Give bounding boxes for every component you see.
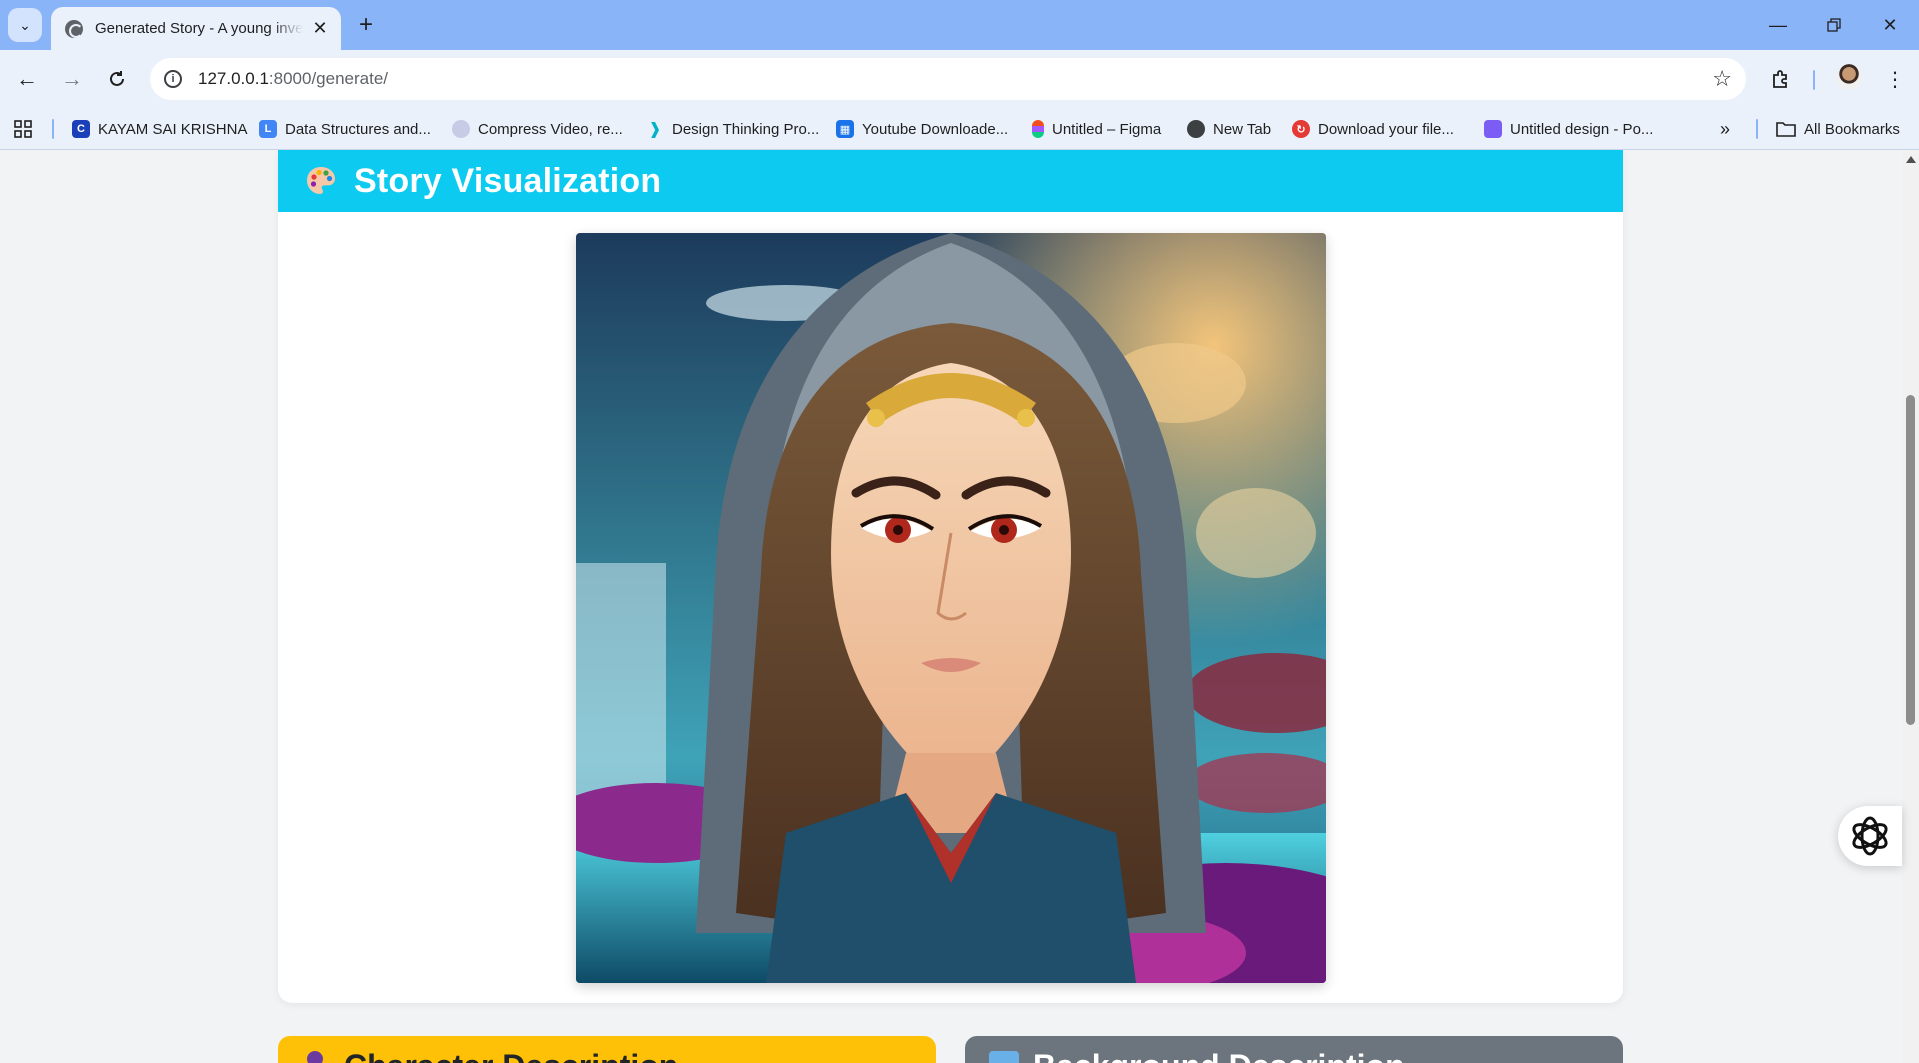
apps-button[interactable]	[14, 116, 32, 142]
minimize-button[interactable]: —	[1750, 0, 1806, 50]
bookmark-untitled-design[interactable]: Untitled design - Po...	[1484, 116, 1653, 142]
all-bookmarks-button[interactable]: All Bookmarks	[1776, 116, 1900, 142]
bookmarks-divider	[52, 119, 54, 139]
bookmark-design-thinking[interactable]: ❱ Design Thinking Pro...	[646, 116, 819, 142]
c-logo-icon: C	[72, 120, 90, 138]
page-viewport: Story Visualization	[0, 150, 1902, 1063]
compress-icon	[452, 120, 470, 138]
restore-icon	[1827, 18, 1841, 32]
close-window-button[interactable]: ✕	[1862, 0, 1918, 50]
bookmark-label: Data Structures and...	[285, 120, 431, 138]
figma-icon	[1032, 120, 1044, 138]
canva-icon	[1484, 120, 1502, 138]
bookmarks-divider	[1756, 119, 1758, 139]
forward-button[interactable]: →	[55, 62, 89, 96]
puzzle-icon	[1773, 70, 1787, 88]
address-bar[interactable]: i 127.0.0.1:8000/generate/ ☆	[150, 58, 1746, 100]
character-description-header: Character Description	[278, 1036, 936, 1063]
folder-icon	[1776, 122, 1796, 137]
bookmark-icon: L	[259, 120, 277, 138]
download-icon: ↻	[1292, 120, 1310, 138]
story-visualization-title: Story Visualization	[354, 161, 662, 200]
bookmark-label: Untitled design - Po...	[1510, 120, 1654, 138]
landscape-icon	[989, 1051, 1019, 1063]
site-info-button[interactable]: i	[158, 64, 188, 94]
tab-active[interactable]: Generated Story - A young inve ✕	[51, 7, 341, 50]
tab-title: Generated Story - A young inve	[95, 20, 303, 37]
reload-icon	[110, 71, 124, 86]
bookmark-youtube-downloader[interactable]: ▦ Youtube Downloade...	[836, 116, 1008, 142]
new-tab-button[interactable]: +	[352, 11, 380, 39]
restore-button[interactable]	[1806, 0, 1862, 50]
bookmark-kayam[interactable]: C KAYAM SAI KRISHNA	[72, 116, 247, 142]
star-icon[interactable]: ☆	[1712, 66, 1732, 92]
scroll-up-arrow[interactable]	[1906, 156, 1916, 163]
page-scrollbar[interactable]	[1902, 150, 1919, 1063]
chrome-icon	[1187, 120, 1205, 138]
more-bookmarks-button[interactable]: »	[1720, 116, 1730, 142]
openai-knot-icon	[1852, 816, 1888, 856]
generated-story-image	[576, 233, 1326, 983]
close-icon[interactable]: ✕	[309, 18, 331, 40]
chevron-down-icon: ⌄	[19, 16, 31, 33]
bookmark-compress-video[interactable]: Compress Video, re...	[452, 116, 623, 142]
bookmark-figma[interactable]: Untitled – Figma	[1032, 116, 1161, 142]
bookmark-new-tab[interactable]: New Tab	[1187, 116, 1271, 142]
background-description-title: Background Description	[1033, 1048, 1405, 1063]
bookmark-label: New Tab	[1213, 120, 1272, 138]
design-icon: ❱	[648, 121, 662, 138]
scroll-thumb[interactable]	[1906, 395, 1915, 725]
story-visualization-header: Story Visualization	[278, 150, 1623, 212]
tab-strip: ⌄ Generated Story - A young inve ✕ + — ✕	[0, 0, 1919, 50]
palette-icon	[307, 167, 335, 194]
bookmark-label: Compress Video, re...	[478, 120, 623, 138]
grid-app-icon: ▦	[836, 120, 854, 138]
all-bookmarks-label: All Bookmarks	[1804, 120, 1900, 138]
assistant-floating-button[interactable]	[1838, 806, 1902, 866]
bookmark-label: Untitled – Figma	[1052, 120, 1162, 138]
reload-button[interactable]	[100, 62, 134, 96]
bookmark-label: KAYAM SAI KRISHNA	[98, 120, 248, 138]
bookmark-download-file[interactable]: ↻ Download your file...	[1292, 116, 1454, 142]
bookmark-label: Design Thinking Pro...	[672, 120, 820, 138]
toolbar-divider	[1813, 70, 1815, 90]
browser-toolbar: ← → i 127.0.0.1:8000/generate/ ☆ ⋮	[0, 50, 1919, 108]
character-description-title: Character Description	[344, 1048, 678, 1063]
apps-grid-icon	[14, 120, 32, 138]
bookmark-data-structures[interactable]: L Data Structures and...	[259, 116, 431, 142]
person-icon	[302, 1049, 328, 1063]
profile-avatar[interactable]	[1836, 64, 1862, 90]
bookmarks-bar: C KAYAM SAI KRISHNA L Data Structures an…	[0, 108, 1919, 150]
url-text[interactable]: 127.0.0.1:8000/generate/	[198, 69, 388, 89]
extensions-button[interactable]	[1764, 62, 1798, 96]
info-icon: i	[164, 70, 182, 88]
bookmark-label: Download your file...	[1318, 120, 1454, 138]
tab-search-button[interactable]: ⌄	[8, 8, 42, 42]
story-visualization-card: Story Visualization	[278, 150, 1623, 1003]
background-description-header: Background Description	[965, 1036, 1623, 1063]
anime-portrait-illustration	[576, 233, 1326, 983]
globe-icon	[65, 19, 83, 38]
back-button[interactable]: ←	[10, 62, 44, 96]
bookmark-label: Youtube Downloade...	[862, 120, 1009, 138]
menu-button[interactable]: ⋮	[1878, 62, 1912, 96]
